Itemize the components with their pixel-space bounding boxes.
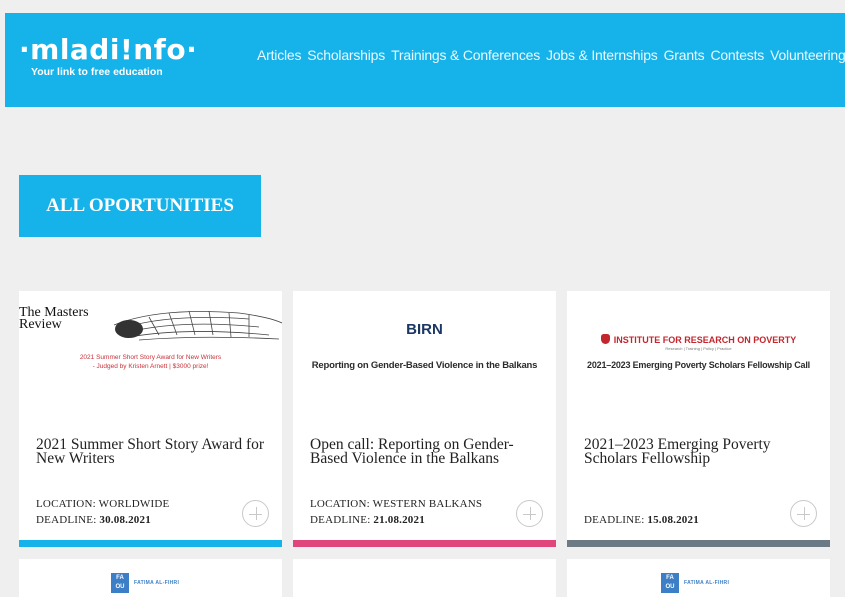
site-header: ·mladi!nfo· Your link to free education … (5, 13, 845, 107)
image-caption: 2021–2023 Emerging Poverty Scholars Fell… (587, 360, 810, 370)
card-deadline: DEADLINE: 15.08.2021 (584, 514, 699, 526)
site-logo[interactable]: ·mladi!nfo· Your link to free education (19, 33, 198, 79)
image-caption: Reporting on Gender-Based Violence in th… (311, 360, 538, 371)
category-bar (567, 540, 830, 547)
masters-review-logo: The Masters Review (19, 305, 89, 332)
nav-trainings-conferences[interactable]: Trainings & Conferences (391, 47, 540, 63)
opportunity-card[interactable]: FA OU FATIMA AL-FIHRI (567, 559, 830, 597)
card-location: LOCATION: WESTERN BALKANS (310, 498, 483, 510)
fatima-al-fihri-logo: FA OU FATIMA AL-FIHRI (111, 573, 179, 593)
nav-contests[interactable]: Contests (710, 47, 764, 63)
main-nav: Articles Scholarships Trainings & Confer… (257, 47, 845, 63)
irp-logo: INSTITUTE FOR RESEARCH ON POVERTY (567, 334, 830, 345)
card-title[interactable]: 2021 Summer Short Story Award for New Wr… (36, 437, 271, 467)
nav-scholarships[interactable]: Scholarships (307, 47, 385, 63)
nav-jobs-internships[interactable]: Jobs & Internships (546, 47, 658, 63)
opportunity-card[interactable]: INSTITUTE FOR RESEARCH ON POVERTY Resear… (567, 291, 830, 547)
plus-icon[interactable] (242, 500, 269, 527)
card-location: LOCATION: WORLDWIDE (36, 498, 170, 510)
nav-grants[interactable]: Grants (664, 47, 705, 63)
nav-articles[interactable]: Articles (257, 47, 301, 63)
shield-icon (600, 334, 610, 344)
category-bar (19, 540, 282, 547)
birn-logo: BIRN (406, 321, 443, 338)
nav-volunteering[interactable]: Volunteering (770, 47, 845, 63)
logo-wordmark: ·mladi!nfo· (19, 33, 198, 66)
opportunity-card[interactable] (293, 559, 556, 597)
image-caption: 2021 Summer Short Story Award for New Wr… (79, 354, 222, 370)
fa-logo-icon: FA OU (661, 573, 679, 593)
all-opportunities-button[interactable]: ALL OPORTUNITIES (19, 175, 261, 237)
opportunity-card[interactable]: The Masters Review 2021 Summer Short Sto… (19, 291, 282, 547)
fatima-al-fihri-logo: FA OU FATIMA AL-FIHRI (661, 573, 729, 593)
card-title[interactable]: 2021–2023 Emerging Poverty Scholars Fell… (584, 437, 819, 467)
category-bar (293, 540, 556, 547)
card-image: The Masters Review 2021 Summer Short Sto… (19, 291, 282, 396)
card-image: INSTITUTE FOR RESEARCH ON POVERTY Resear… (567, 291, 830, 396)
card-image: BIRN Reporting on Gender-Based Violence … (293, 291, 556, 396)
irp-subtitle: Research | Training | Policy | Practice (665, 346, 732, 351)
logo-tagline: Your link to free education (31, 66, 163, 78)
card-deadline: DEADLINE: 30.08.2021 (36, 514, 151, 526)
card-deadline: DEADLINE: 21.08.2021 (310, 514, 425, 526)
plus-icon[interactable] (790, 500, 817, 527)
opportunity-card[interactable]: BIRN Reporting on Gender-Based Violence … (293, 291, 556, 547)
card-title[interactable]: Open call: Reporting on Gender-Based Vio… (310, 437, 545, 467)
fa-logo-icon: FA OU (111, 573, 129, 593)
opportunity-card[interactable]: FA OU FATIMA AL-FIHRI (19, 559, 282, 597)
plus-icon[interactable] (516, 500, 543, 527)
